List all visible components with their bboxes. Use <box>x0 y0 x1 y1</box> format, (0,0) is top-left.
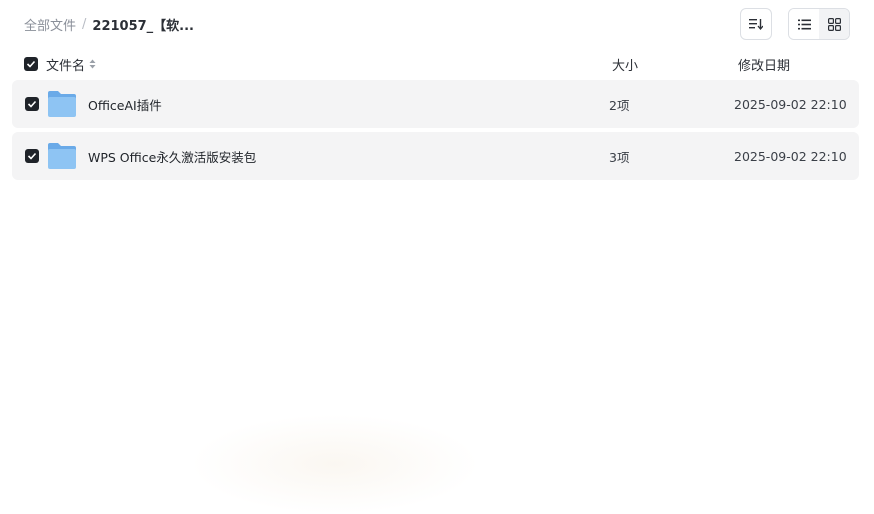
folder-icon <box>48 91 76 117</box>
check-icon <box>27 100 37 108</box>
check-icon <box>26 60 36 68</box>
file-row[interactable]: OfficeAI插件 2项 2025-09-02 22:10 <box>12 80 859 128</box>
check-icon <box>27 152 37 160</box>
sort-arrows-icon <box>89 59 96 69</box>
file-browser: 全部文件 / 221057_【软... 文件名 大小 修改日期 OfficeAI… <box>0 0 874 514</box>
list-view-button[interactable] <box>789 9 819 39</box>
breadcrumb-separator: / <box>82 16 87 32</box>
background-glow <box>190 414 480 514</box>
file-date: 2025-09-02 22:10 <box>734 148 847 164</box>
sort-icon <box>749 19 763 30</box>
breadcrumb-current: 221057_【软... <box>92 18 194 34</box>
folder-icon <box>48 143 76 169</box>
file-date: 2025-09-02 22:10 <box>734 96 847 112</box>
sort-button[interactable] <box>740 8 772 40</box>
file-name[interactable]: OfficeAI插件 <box>88 95 162 114</box>
select-all-checkbox[interactable] <box>24 57 38 71</box>
column-header-date[interactable]: 修改日期 <box>738 55 790 74</box>
list-view-icon <box>797 19 811 29</box>
column-header-name[interactable]: 文件名 <box>46 55 96 74</box>
breadcrumb: 全部文件 / 221057_【软... <box>24 14 194 34</box>
file-row[interactable]: WPS Office永久激活版安装包 3项 2025-09-02 22:10 <box>12 132 859 180</box>
view-toggle <box>788 8 850 40</box>
file-size: 3项 <box>609 149 630 165</box>
column-header-size[interactable]: 大小 <box>612 55 638 74</box>
file-list-header: 文件名 大小 修改日期 <box>12 48 859 80</box>
row-checkbox[interactable] <box>25 97 39 111</box>
grid-view-button[interactable] <box>819 9 849 39</box>
row-checkbox[interactable] <box>25 149 39 163</box>
grid-view-icon <box>827 17 841 31</box>
breadcrumb-root[interactable]: 全部文件 <box>24 15 76 34</box>
file-size: 2项 <box>609 97 630 113</box>
file-name[interactable]: WPS Office永久激活版安装包 <box>88 147 256 166</box>
column-header-name-label: 文件名 <box>46 58 86 74</box>
